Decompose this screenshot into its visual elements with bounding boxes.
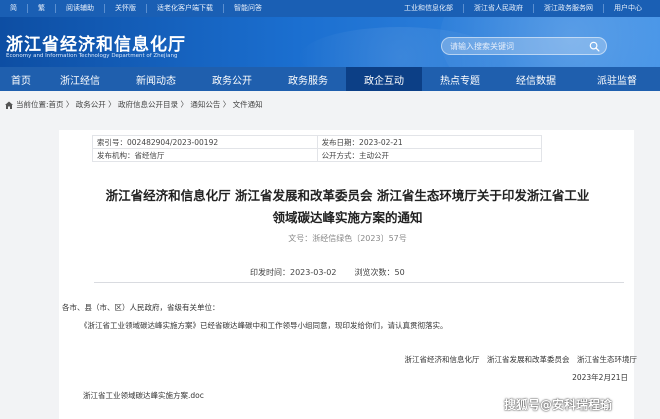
zhejiang-service-link[interactable]: 浙江政务服务网	[533, 4, 603, 13]
nav-gov-services[interactable]: 政务服务	[270, 67, 346, 91]
document-title-line: 领域碳达峰实施方案的通知	[272, 210, 423, 225]
top-utility-bar: 简 繁 阅读辅助 关怀版 适老化客户端下载 智能问答 工业和信息化部 浙江省人民…	[0, 0, 660, 17]
search-input[interactable]	[450, 40, 580, 53]
traditional-chinese-link[interactable]: 繁	[28, 4, 56, 13]
nav-interaction[interactable]: 政企互动	[346, 67, 422, 91]
document-meta-table: 索引号：002482904/2023-00192 发布日期：2023-02-21…	[92, 135, 543, 162]
nav-supervision[interactable]: 派驻监督	[574, 67, 660, 91]
meta-agency: 发布机构：省经信厅	[92, 148, 318, 162]
zhejiang-gov-link[interactable]: 浙江省人民政府	[463, 4, 533, 13]
meta-index-number: 索引号：002482904/2023-00192	[92, 135, 318, 149]
breadcrumb-path[interactable]: 当前位置:首页 〉 政务公开 〉 政府信息公开目录 〉 通知公告 〉 文件通知	[16, 99, 263, 110]
nav-gov-affairs[interactable]: 政务公开	[194, 67, 270, 91]
nav-home[interactable]: 首页	[0, 67, 42, 91]
document-signers: 浙江省经济和信息化厅 浙江省发展和改革委员会 浙江省生态环境厅	[404, 355, 638, 364]
simplified-chinese-link[interactable]: 简	[0, 4, 28, 13]
reading-aid-link[interactable]: 阅读辅助	[56, 4, 105, 13]
watermark: 搜狐号@安科瑞程瑜	[504, 398, 613, 412]
site-title[interactable]: 浙江省经济和信息化厅	[6, 30, 186, 55]
care-version-link[interactable]: 关怀版	[105, 4, 147, 13]
document-sign-date: 2023年2月21日	[572, 373, 628, 382]
attachment-link[interactable]: 浙江省工业领域碳达峰实施方案.doc	[83, 390, 204, 401]
meta-openness: 公开方式：主动公开	[316, 148, 543, 162]
publication-info: 印发时间：2023-03-02 浏览次数：50	[250, 267, 405, 278]
print-date: 印发时间：2023-03-02	[250, 268, 337, 277]
document-title-line: 浙江省经济和信息化厅 浙江省发展和改革委员会 浙江省生态环境厅关于印发浙江省工业	[105, 188, 590, 203]
site-header: 浙江省经济和信息化厅 Economy and Information Techn…	[0, 17, 660, 67]
nav-hot-topics[interactable]: 热点专题	[422, 67, 498, 91]
utility-links-left: 简 繁 阅读辅助 关怀版 适老化客户端下载 智能问答	[0, 0, 272, 17]
smart-qa-link[interactable]: 智能问答	[224, 4, 272, 13]
miit-link[interactable]: 工业和信息化部	[394, 4, 463, 13]
document-salutation: 各市、县（市、区）人民政府，省级有关单位：	[62, 303, 220, 312]
elderly-client-download-link[interactable]: 适老化客户端下载	[147, 4, 224, 13]
main-nav: 首页 浙江经信 新闻动态 政务公开 政务服务 政企互动 热点专题 经信数据 派驻…	[0, 67, 660, 91]
nav-news[interactable]: 新闻动态	[118, 67, 194, 91]
document-body: 《浙江省工业领域碳达峰实施方案》已经省碳达峰碳中和工作领导小组同意，现印发给你们…	[80, 321, 448, 330]
document-number: 文号：浙经信绿色〔2023〕57号	[288, 234, 407, 243]
site-subtitle: Economy and Information Technology Depar…	[6, 53, 178, 59]
nav-econ-data[interactable]: 经信数据	[498, 67, 574, 91]
search-box	[441, 37, 607, 55]
document-title: 浙江省经济和信息化厅 浙江省发展和改革委员会 浙江省生态环境厅关于印发浙江省工业…	[60, 185, 635, 229]
search-icon[interactable]	[589, 41, 600, 52]
view-count: 浏览次数：50	[354, 268, 405, 277]
user-center-link[interactable]: 用户中心	[603, 4, 652, 13]
nav-zhejiang-econ[interactable]: 浙江经信	[42, 67, 118, 91]
breadcrumb: 当前位置:首页 〉 政务公开 〉 政府信息公开目录 〉 通知公告 〉 文件通知	[4, 99, 263, 110]
home-icon	[5, 101, 13, 109]
utility-links-right: 工业和信息化部 浙江省人民政府 浙江政务服务网 用户中心	[394, 0, 652, 17]
content-divider	[94, 282, 624, 283]
meta-publish-date: 发布日期：2023-02-21	[316, 135, 543, 149]
